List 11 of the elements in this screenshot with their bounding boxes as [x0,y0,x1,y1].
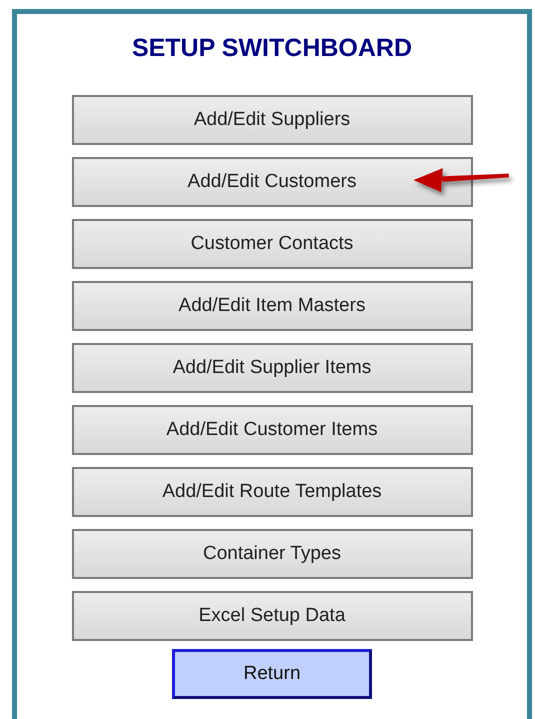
menu-button[interactable]: Add/Edit Customers [72,157,472,207]
menu-button[interactable]: Container Types [72,529,472,579]
menu-button[interactable]: Add/Edit Suppliers [72,95,472,145]
menu-button[interactable]: Add/Edit Supplier Items [72,343,472,393]
menu-button[interactable]: Add/Edit Route Templates [72,467,472,517]
return-button[interactable]: Return [172,649,372,699]
switchboard-title: SETUP SWITCHBOARD [132,34,412,63]
menu-button[interactable]: Add/Edit Item Masters [72,281,472,331]
menu-button[interactable]: Add/Edit Customer Items [72,405,472,455]
menu-button[interactable]: Customer Contacts [72,219,472,269]
menu-button[interactable]: Excel Setup Data [72,591,472,641]
